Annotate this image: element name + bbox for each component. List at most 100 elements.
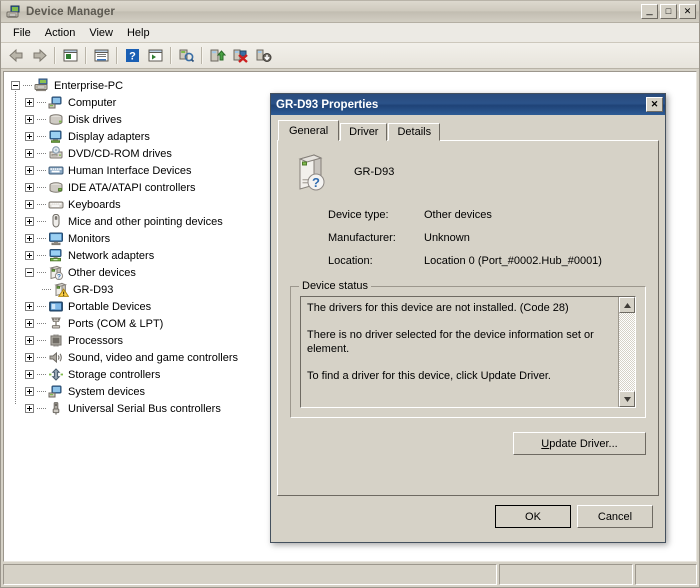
device-type-label: Device type: (328, 208, 389, 221)
tab-driver[interactable]: Driver (340, 123, 388, 141)
svg-text:?: ? (57, 273, 61, 280)
storage-controller-icon (47, 367, 64, 383)
expander-expand-icon[interactable] (25, 132, 34, 141)
back-icon[interactable] (5, 45, 28, 67)
tree-connector (37, 356, 46, 359)
info-row-manufacturer: Manufacturer: Unknown (328, 226, 646, 249)
cancel-button[interactable]: Cancel (577, 505, 653, 528)
toolbar-separator (116, 47, 118, 64)
scan-for-hardware-changes-icon[interactable] (175, 45, 198, 67)
update-driver-row: Update Driver... (290, 432, 646, 455)
tab-details[interactable]: Details (388, 123, 441, 141)
menu-item-view[interactable]: View (82, 25, 120, 41)
expander-expand-icon[interactable] (25, 336, 34, 345)
tree-root-enterprise-pc[interactable]: Enterprise-PC (11, 77, 696, 94)
update-driver-button[interactable]: Update Driver... (513, 432, 646, 455)
properties-icon[interactable] (90, 45, 113, 67)
expander-expand-icon[interactable] (25, 370, 34, 379)
forward-icon[interactable] (28, 45, 51, 67)
expander-expand-icon[interactable] (25, 200, 34, 209)
expander-expand-icon[interactable] (25, 404, 34, 413)
maximize-icon: □ (665, 6, 672, 16)
expander-collapse-icon[interactable] (25, 268, 34, 277)
tab-general[interactable]: General (278, 120, 340, 141)
update-driver-rest: pdate Driver... (549, 437, 618, 450)
minimize-icon: _ (646, 4, 653, 16)
expander-expand-icon[interactable] (25, 115, 34, 124)
expander-expand-icon[interactable] (25, 149, 34, 158)
toolbar-separator (170, 47, 172, 64)
close-button[interactable]: ✕ (679, 4, 696, 19)
tree-item-label: Computer (68, 96, 117, 109)
tree-connector (37, 271, 46, 274)
tree-item-label: GR-D93 (73, 283, 114, 296)
location-value: Location 0 (Port_#0002.Hub_#0001) (424, 254, 602, 267)
computer-icon (47, 95, 64, 111)
update-driver-label: Update Driver... (541, 438, 617, 450)
close-icon: ✕ (683, 6, 692, 16)
caption-buttons: _ □ ✕ (641, 4, 697, 19)
disable-device-icon[interactable] (229, 45, 252, 67)
menu-item-action[interactable]: Action (38, 25, 83, 41)
help-icon[interactable]: ? (121, 45, 144, 67)
tree-item-label: Portable Devices (68, 300, 152, 313)
expander-expand-icon[interactable] (25, 302, 34, 311)
expander-expand-icon[interactable] (25, 183, 34, 192)
status-line-2: There is no driver selected for the devi… (307, 329, 594, 355)
device-name-label: GR-D93 (354, 166, 395, 178)
ports-icon (47, 316, 64, 332)
network-adapter-icon (47, 248, 64, 264)
menu-item-file[interactable]: File (6, 25, 38, 41)
tree-item-label: Processors (68, 334, 124, 347)
update-driver-software-icon[interactable] (206, 45, 229, 67)
tree-item-label: Mice and other pointing devices (68, 215, 223, 228)
device-status-text: The drivers for this device are not inst… (301, 297, 618, 407)
expander-expand-icon[interactable] (25, 319, 34, 328)
expander-expand-icon[interactable] (25, 353, 34, 362)
expander-expand-icon[interactable] (25, 98, 34, 107)
tree-connector (23, 84, 32, 87)
tree-item-label: Network adapters (68, 249, 155, 262)
device-status-groupbox: Device status The drivers for this devic… (290, 280, 646, 418)
expander-expand-icon[interactable] (25, 387, 34, 396)
scroll-up-button[interactable] (619, 297, 635, 313)
scroll-down-button[interactable] (619, 391, 635, 407)
device-info-list: Device type: Other devices Manufacturer:… (328, 203, 646, 272)
dialog-close-button[interactable]: ✕ (646, 97, 663, 112)
tree-connector (37, 186, 46, 189)
tree-item-label: IDE ATA/ATAPI controllers (68, 181, 196, 194)
window-title: Device Manager (26, 5, 115, 18)
system-device-icon (47, 384, 64, 400)
expander-expand-icon[interactable] (25, 217, 34, 226)
tree-item-label: DVD/CD-ROM drives (68, 147, 172, 160)
status-bar-pane-b (635, 564, 697, 585)
tree-connector (37, 339, 46, 342)
expander-expand-icon[interactable] (25, 166, 34, 175)
menu-item-help[interactable]: Help (120, 25, 157, 41)
general-tab-page: ? GR-D93 Device type: Other devices Manu… (277, 140, 659, 496)
svg-text:?: ? (129, 51, 136, 63)
minimize-button[interactable]: _ (641, 4, 658, 19)
tree-root-label: Enterprise-PC (54, 79, 124, 92)
ok-button[interactable]: OK (495, 505, 571, 528)
tree-item-label: System devices (68, 385, 146, 398)
unknown-device-warning-icon (52, 282, 69, 298)
device-status-scrollbar[interactable] (618, 297, 635, 407)
status-bar-pane-a (499, 564, 633, 585)
uninstall-device-icon[interactable] (252, 45, 275, 67)
dialog-body: General Driver Details ? GR-D93 Device t… (271, 115, 665, 542)
status-bar-message (3, 564, 497, 585)
tree-connector (37, 169, 46, 172)
expander-expand-icon[interactable] (25, 234, 34, 243)
tab-strip: General Driver Details (277, 120, 659, 141)
maximize-button[interactable]: □ (660, 4, 677, 19)
tree-connector (42, 288, 51, 291)
hid-icon (47, 163, 64, 179)
show-hidden-devices-icon[interactable] (144, 45, 167, 67)
tree-item-label: Human Interface Devices (68, 164, 192, 177)
tree-connector (37, 322, 46, 325)
tree-connector (37, 101, 46, 104)
expander-expand-icon[interactable] (25, 251, 34, 260)
tree-item-label: Disk drives (68, 113, 122, 126)
show-console-tree-icon[interactable] (59, 45, 82, 67)
